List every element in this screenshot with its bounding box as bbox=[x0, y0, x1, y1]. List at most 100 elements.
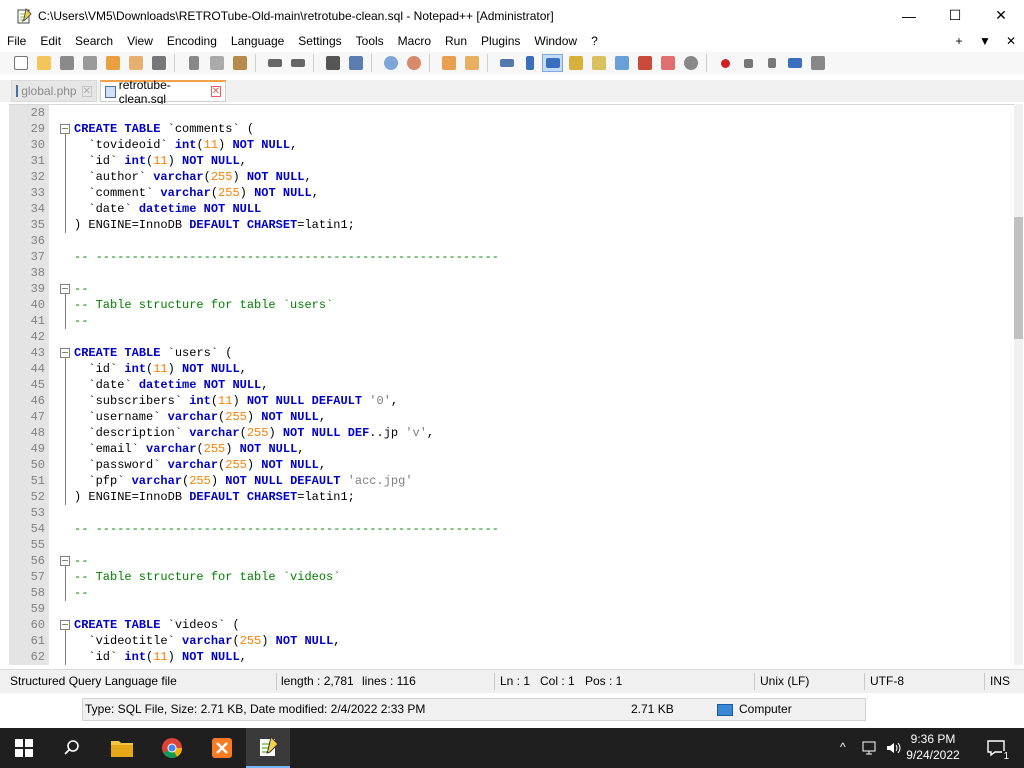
code-line[interactable]: 33 `comment` varchar(255) NOT NULL, bbox=[9, 185, 1015, 201]
close-doc-button[interactable]: ✕ bbox=[998, 34, 1024, 48]
save-all-icon[interactable] bbox=[79, 54, 100, 72]
maximize-button[interactable]: ☐ bbox=[932, 0, 978, 31]
close-file-icon[interactable] bbox=[102, 54, 123, 72]
menu-language[interactable]: Language bbox=[224, 31, 291, 51]
word-wrap-icon[interactable] bbox=[496, 54, 517, 72]
code-line[interactable]: 31 `id` int(11) NOT NULL, bbox=[9, 153, 1015, 169]
tab-retrotube-clean-sql[interactable]: retrotube-clean.sql ✕ bbox=[100, 78, 226, 106]
minimize-button[interactable]: — bbox=[886, 0, 932, 31]
code-line[interactable]: 45 `date` datetime NOT NULL, bbox=[9, 377, 1015, 393]
fold-toggle-icon[interactable] bbox=[60, 620, 70, 630]
code-line[interactable]: 60 CREATE TABLE `videos` ( bbox=[9, 617, 1015, 633]
play-macro-icon[interactable] bbox=[761, 54, 782, 72]
sync-horizontal-icon[interactable] bbox=[461, 54, 482, 72]
run-macro-multiple-icon[interactable] bbox=[784, 54, 805, 72]
code-line[interactable]: 58 -- bbox=[9, 585, 1015, 601]
code-line[interactable]: 56 -- bbox=[9, 553, 1015, 569]
code-line[interactable]: 38 bbox=[9, 265, 1015, 281]
find-icon[interactable] bbox=[322, 54, 343, 72]
folder-as-workspace-icon[interactable] bbox=[657, 54, 678, 72]
code-line[interactable]: 34 `date` datetime NOT NULL bbox=[9, 201, 1015, 217]
search-button[interactable] bbox=[48, 728, 96, 768]
code-line[interactable]: 35) ENGINE=InnoDB DEFAULT CHARSET=latin1… bbox=[9, 217, 1015, 233]
code-line[interactable]: 29 CREATE TABLE `comments` ( bbox=[9, 121, 1015, 137]
code-line[interactable]: 57 -- Table structure for table `videos` bbox=[9, 569, 1015, 585]
scrollbar-thumb[interactable] bbox=[1014, 217, 1023, 339]
print-icon[interactable] bbox=[148, 54, 169, 72]
code-editor[interactable]: 28 29 CREATE TABLE `comments` (30 `tovideo… bbox=[9, 104, 1015, 665]
close-all-icon[interactable] bbox=[125, 54, 146, 72]
code-line[interactable]: 51 `pfp` varchar(255) NOT NULL DEFAULT '… bbox=[9, 473, 1015, 489]
close-tab-icon[interactable]: ✕ bbox=[210, 86, 221, 97]
code-line[interactable]: 39 -- bbox=[9, 281, 1015, 297]
menu-encoding[interactable]: Encoding bbox=[160, 31, 224, 51]
menu-window[interactable]: Window bbox=[527, 31, 584, 51]
code-line[interactable]: 28 bbox=[9, 105, 1015, 121]
code-line[interactable]: 36 bbox=[9, 233, 1015, 249]
zoom-in-icon[interactable] bbox=[380, 54, 401, 72]
redo-icon[interactable] bbox=[287, 54, 308, 72]
menu-search[interactable]: Search bbox=[68, 31, 120, 51]
save-macro-icon[interactable] bbox=[807, 54, 828, 72]
file-explorer-taskbar-button[interactable] bbox=[98, 728, 146, 768]
fold-toggle-icon[interactable] bbox=[60, 284, 70, 294]
code-line[interactable]: 37 -- -----------------------------------… bbox=[9, 249, 1015, 265]
new-file-icon[interactable] bbox=[10, 54, 31, 72]
tab-list-button[interactable]: ▼ bbox=[972, 34, 998, 48]
code-line[interactable]: 62 `id` int(11) NOT NULL, bbox=[9, 649, 1015, 665]
vertical-scrollbar[interactable] bbox=[1014, 104, 1023, 665]
network-icon[interactable] bbox=[862, 740, 880, 756]
code-line[interactable]: 42 bbox=[9, 329, 1015, 345]
notepad-plus-plus-taskbar-button[interactable] bbox=[246, 728, 290, 768]
code-line[interactable]: 30 `tovideoid` int(11) NOT NULL, bbox=[9, 137, 1015, 153]
code-line[interactable]: 61 `videotitle` varchar(255) NOT NULL, bbox=[9, 633, 1015, 649]
code-line[interactable]: 55 bbox=[9, 537, 1015, 553]
document-map-icon[interactable] bbox=[588, 54, 609, 72]
code-line[interactable]: 41 -- bbox=[9, 313, 1015, 329]
paste-icon[interactable] bbox=[229, 54, 250, 72]
code-line[interactable]: 32 `author` varchar(255) NOT NULL, bbox=[9, 169, 1015, 185]
code-line[interactable]: 47 `username` varchar(255) NOT NULL, bbox=[9, 409, 1015, 425]
document-list-icon[interactable] bbox=[611, 54, 632, 72]
code-line[interactable]: 44 `id` int(11) NOT NULL, bbox=[9, 361, 1015, 377]
code-line[interactable]: 40 -- Table structure for table `users` bbox=[9, 297, 1015, 313]
close-button[interactable]: ✕ bbox=[978, 0, 1024, 31]
indent-guide-icon[interactable] bbox=[542, 54, 563, 72]
code-line[interactable]: 46 `subscribers` int(11) NOT NULL DEFAUL… bbox=[9, 393, 1015, 409]
clock[interactable]: 9:36 PM 9/24/2022 bbox=[898, 731, 968, 763]
cut-icon[interactable] bbox=[183, 54, 204, 72]
open-file-icon[interactable] bbox=[33, 54, 54, 72]
fold-toggle-icon[interactable] bbox=[60, 348, 70, 358]
fold-toggle-icon[interactable] bbox=[60, 556, 70, 566]
menu-run[interactable]: Run bbox=[438, 31, 474, 51]
replace-icon[interactable] bbox=[345, 54, 366, 72]
menu-help[interactable]: ? bbox=[584, 31, 605, 51]
user-language-icon[interactable] bbox=[565, 54, 586, 72]
action-center-button[interactable]: 1 bbox=[978, 728, 1014, 768]
show-all-chars-icon[interactable] bbox=[519, 54, 540, 72]
code-line[interactable]: 50 `password` varchar(255) NOT NULL, bbox=[9, 457, 1015, 473]
menu-macro[interactable]: Macro bbox=[391, 31, 438, 51]
fold-toggle-icon[interactable] bbox=[60, 124, 70, 134]
copy-icon[interactable] bbox=[206, 54, 227, 72]
monitoring-icon[interactable] bbox=[680, 54, 701, 72]
function-list-icon[interactable] bbox=[634, 54, 655, 72]
sync-vertical-icon[interactable] bbox=[438, 54, 459, 72]
close-tab-icon[interactable]: ✕ bbox=[81, 85, 92, 97]
zoom-out-icon[interactable] bbox=[403, 54, 424, 72]
undo-icon[interactable] bbox=[264, 54, 285, 72]
code-line[interactable]: 53 bbox=[9, 505, 1015, 521]
save-icon[interactable] bbox=[56, 54, 77, 72]
chrome-taskbar-button[interactable] bbox=[148, 728, 196, 768]
menu-tools[interactable]: Tools bbox=[349, 31, 391, 51]
tab-global-php[interactable]: global.php ✕ bbox=[11, 80, 97, 102]
record-macro-icon[interactable] bbox=[715, 54, 736, 72]
start-button[interactable] bbox=[0, 728, 48, 768]
menu-plugins[interactable]: Plugins bbox=[474, 31, 527, 51]
code-line[interactable]: 48 `description` varchar(255) NOT NULL D… bbox=[9, 425, 1015, 441]
code-line[interactable]: 49 `email` varchar(255) NOT NULL, bbox=[9, 441, 1015, 457]
show-hidden-icons-button[interactable]: ^ bbox=[840, 740, 846, 754]
xampp-taskbar-button[interactable] bbox=[198, 728, 246, 768]
code-line[interactable]: 59 bbox=[9, 601, 1015, 617]
menu-edit[interactable]: Edit bbox=[33, 31, 68, 51]
